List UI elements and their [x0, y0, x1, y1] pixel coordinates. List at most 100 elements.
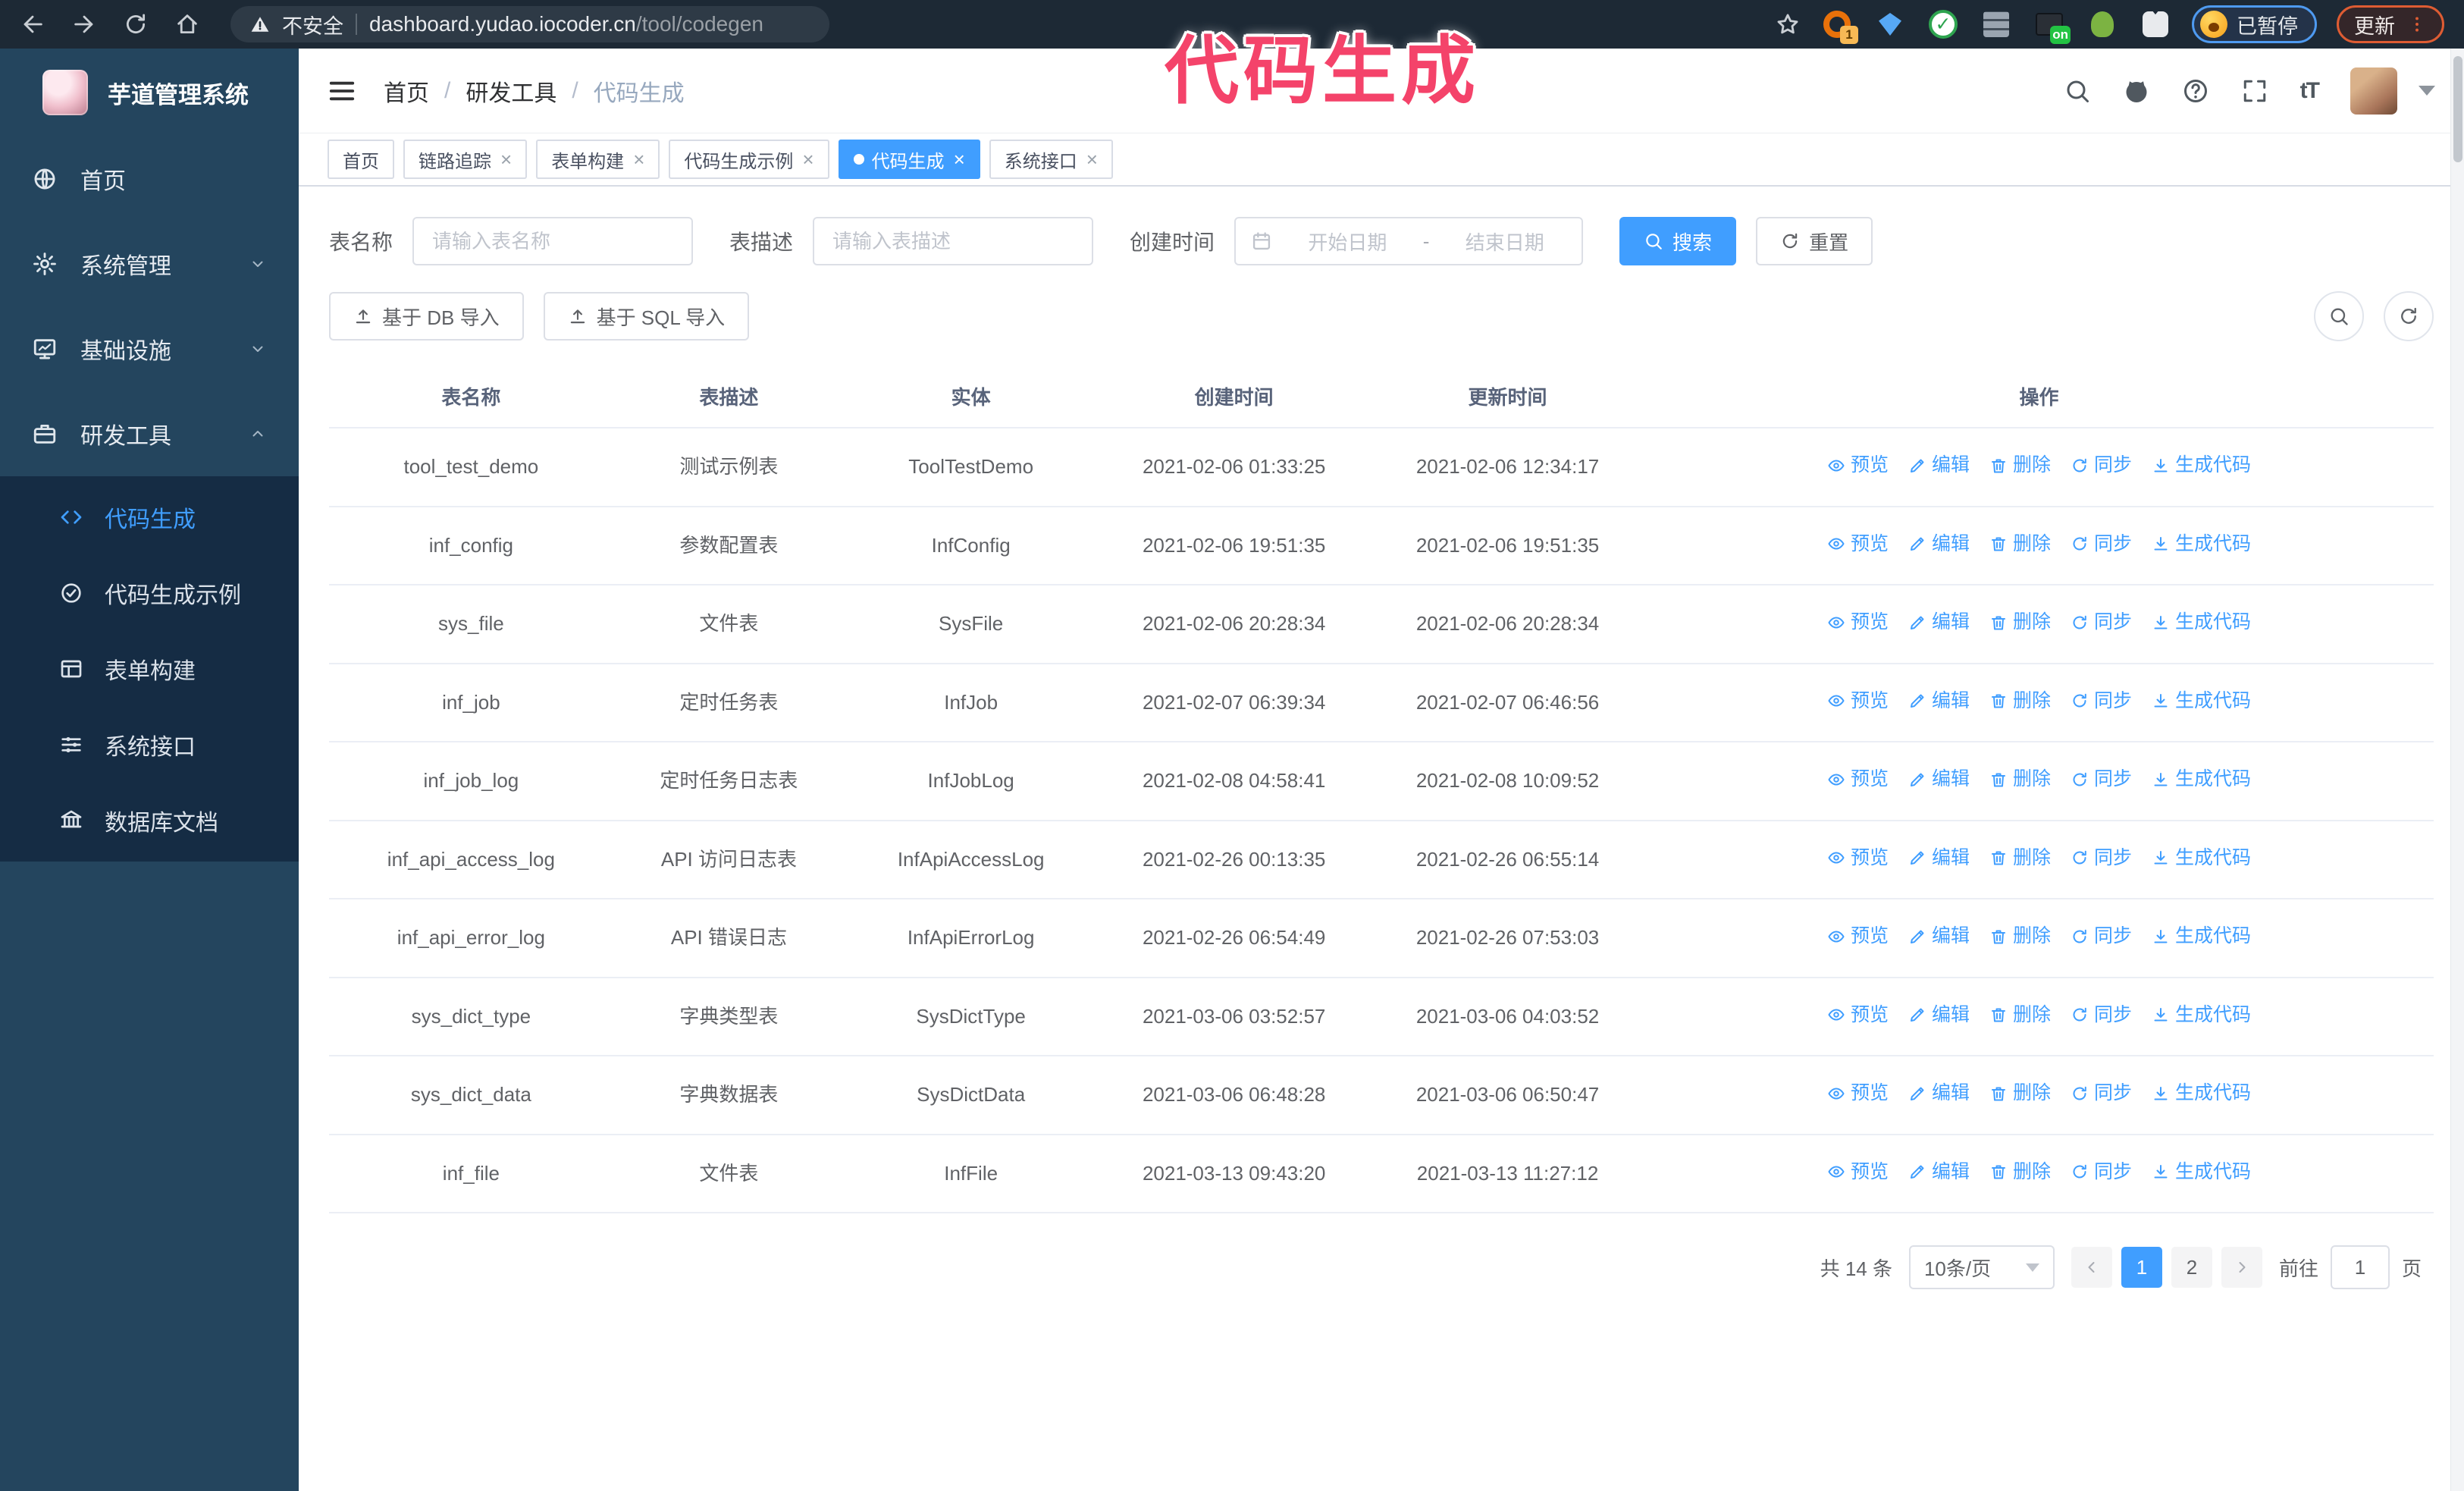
sidebar-item-infra[interactable]: 基础设施	[0, 306, 299, 391]
search-button[interactable]: 搜索	[1619, 217, 1737, 265]
caret-down-icon[interactable]	[2419, 86, 2435, 96]
page-button-1[interactable]: 1	[2121, 1247, 2162, 1289]
action-edit[interactable]: 编辑	[1908, 1157, 1970, 1188]
action-delete[interactable]: 删除	[1989, 529, 2051, 560]
tab-首页[interactable]: 首页	[328, 140, 394, 179]
action-sync[interactable]: 同步	[2071, 764, 2132, 795]
action-generate[interactable]: 生成代码	[2152, 843, 2251, 874]
scrollbar-thumb[interactable]	[2453, 56, 2462, 162]
close-icon[interactable]: ×	[802, 149, 813, 169]
action-edit[interactable]: 编辑	[1908, 921, 1970, 952]
extension-icon[interactable]: 1	[1820, 8, 1858, 44]
action-sync[interactable]: 同步	[2071, 450, 2132, 481]
sidebar-subitem-system-api[interactable]: 系统接口	[0, 707, 299, 783]
action-generate[interactable]: 生成代码	[2152, 607, 2251, 638]
action-edit[interactable]: 编辑	[1908, 529, 1970, 560]
extension-icon[interactable]: ✓	[1926, 8, 1960, 41]
security-label[interactable]: 不安全	[282, 10, 343, 39]
action-preview[interactable]: 预览	[1827, 921, 1889, 952]
import-sql-button[interactable]: 基于 SQL 导入	[543, 292, 750, 341]
reset-button[interactable]: 重置	[1756, 217, 1873, 265]
extension-icon[interactable]	[2086, 8, 2119, 41]
sidebar-item-devtools[interactable]: 研发工具	[0, 391, 299, 476]
date-range-picker[interactable]: 开始日期 - 结束日期	[1234, 217, 1584, 265]
browser-back-icon[interactable]	[20, 11, 45, 37]
action-delete[interactable]: 删除	[1989, 921, 2051, 952]
sidebar-subitem-codegen[interactable]: 代码生成	[0, 479, 299, 555]
action-delete[interactable]: 删除	[1989, 764, 2051, 795]
action-delete[interactable]: 删除	[1989, 686, 2051, 717]
action-generate[interactable]: 生成代码	[2152, 1000, 2251, 1031]
close-icon[interactable]: ×	[1086, 149, 1098, 169]
refresh-table-button[interactable]	[2384, 291, 2434, 341]
action-preview[interactable]: 预览	[1827, 686, 1889, 717]
action-preview[interactable]: 预览	[1827, 607, 1889, 638]
import-db-button[interactable]: 基于 DB 导入	[329, 292, 524, 341]
sidebar-item-home[interactable]: 首页	[0, 137, 299, 221]
action-sync[interactable]: 同步	[2071, 921, 2132, 952]
toggle-search-button[interactable]	[2314, 291, 2364, 341]
action-generate[interactable]: 生成代码	[2152, 1157, 2251, 1188]
goto-page-input[interactable]	[2330, 1245, 2390, 1290]
close-icon[interactable]: ×	[633, 149, 644, 169]
tab-代码生成示例[interactable]: 代码生成示例 ×	[669, 140, 829, 179]
action-preview[interactable]: 预览	[1827, 1000, 1889, 1031]
help-icon[interactable]	[2182, 77, 2209, 105]
action-preview[interactable]: 预览	[1827, 529, 1889, 560]
action-generate[interactable]: 生成代码	[2152, 1078, 2251, 1109]
tab-表单构建[interactable]: 表单构建 ×	[536, 140, 660, 179]
extension-icon[interactable]: on	[2033, 8, 2071, 44]
address-bar[interactable]: 不安全 dashboard.yudao.iocoder.cn/tool/code…	[230, 6, 829, 42]
action-preview[interactable]: 预览	[1827, 1157, 1889, 1188]
action-sync[interactable]: 同步	[2071, 529, 2132, 560]
chrome-update-button[interactable]: 更新	[2337, 5, 2444, 43]
hamburger-icon[interactable]	[328, 77, 356, 105]
action-generate[interactable]: 生成代码	[2152, 529, 2251, 560]
sidebar-item-system[interactable]: 系统管理	[0, 221, 299, 306]
breadcrumb-item[interactable]: 研发工具	[466, 74, 556, 108]
extension-icon[interactable]	[2139, 8, 2172, 41]
action-edit[interactable]: 编辑	[1908, 1078, 1970, 1109]
action-edit[interactable]: 编辑	[1908, 764, 1970, 795]
dots-vertical-icon[interactable]	[2407, 14, 2427, 34]
close-icon[interactable]: ×	[500, 149, 512, 169]
action-sync[interactable]: 同步	[2071, 1078, 2132, 1109]
tab-系统接口[interactable]: 系统接口 ×	[989, 140, 1113, 179]
action-edit[interactable]: 编辑	[1908, 686, 1970, 717]
next-page-button[interactable]	[2221, 1247, 2262, 1289]
tab-链路追踪[interactable]: 链路追踪 ×	[403, 140, 528, 179]
action-delete[interactable]: 删除	[1989, 1157, 2051, 1188]
profile-paused-badge[interactable]: 已暂停	[2192, 5, 2317, 43]
action-delete[interactable]: 删除	[1989, 607, 2051, 638]
fullscreen-icon[interactable]	[2241, 77, 2268, 105]
browser-forward-icon[interactable]	[71, 11, 97, 37]
bookmark-star-icon[interactable]	[1775, 11, 1801, 37]
tab-代码生成[interactable]: 代码生成 ×	[838, 140, 980, 179]
browser-home-icon[interactable]	[174, 11, 200, 37]
logo[interactable]: 芋道管理系统	[0, 49, 299, 137]
avatar[interactable]	[2350, 67, 2397, 115]
close-icon[interactable]: ×	[954, 149, 965, 169]
action-sync[interactable]: 同步	[2071, 607, 2132, 638]
page-button-2[interactable]: 2	[2171, 1247, 2212, 1289]
action-delete[interactable]: 删除	[1989, 1000, 2051, 1031]
action-preview[interactable]: 预览	[1827, 450, 1889, 481]
table-name-input[interactable]	[412, 217, 694, 265]
action-preview[interactable]: 预览	[1827, 843, 1889, 874]
action-sync[interactable]: 同步	[2071, 1157, 2132, 1188]
breadcrumb-item[interactable]: 首页	[384, 74, 429, 108]
scrollbar[interactable]	[2450, 49, 2464, 1491]
action-sync[interactable]: 同步	[2071, 843, 2132, 874]
action-sync[interactable]: 同步	[2071, 1000, 2132, 1031]
action-preview[interactable]: 预览	[1827, 1078, 1889, 1109]
action-edit[interactable]: 编辑	[1908, 450, 1970, 481]
sidebar-subitem-db-doc[interactable]: 数据库文档	[0, 783, 299, 859]
sidebar-subitem-form-build[interactable]: 表单构建	[0, 631, 299, 707]
action-delete[interactable]: 删除	[1989, 450, 2051, 481]
extension-icon[interactable]	[1980, 8, 2013, 41]
action-edit[interactable]: 编辑	[1908, 1000, 1970, 1031]
sidebar-subitem-codegen-example[interactable]: 代码生成示例	[0, 555, 299, 631]
browser-reload-icon[interactable]	[123, 11, 149, 37]
page-size-select[interactable]: 10条/页	[1908, 1245, 2055, 1290]
action-generate[interactable]: 生成代码	[2152, 921, 2251, 952]
